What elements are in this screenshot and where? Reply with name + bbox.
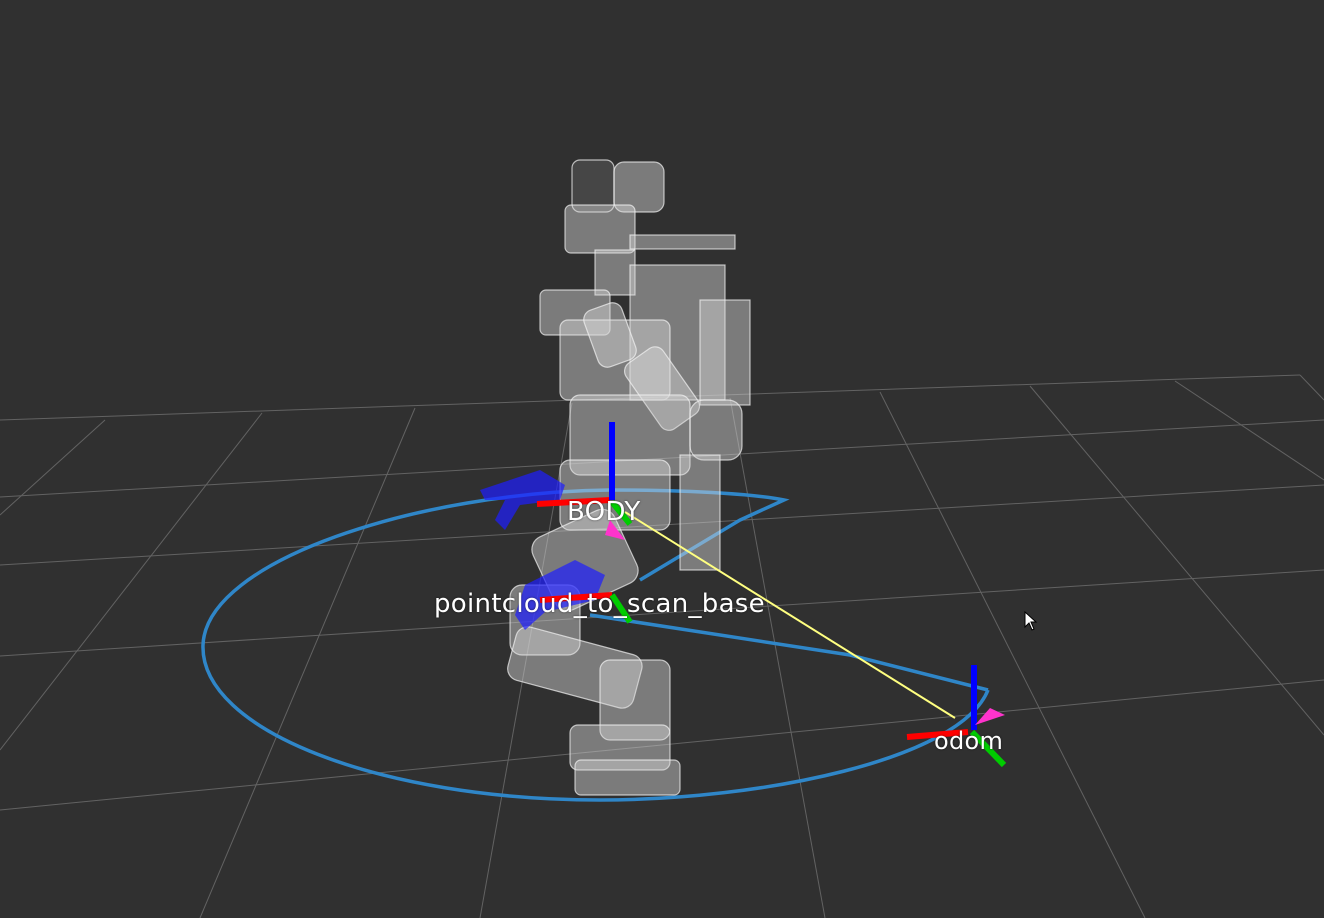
frame-label-odom: odom [934,727,1004,755]
odom-pose-arrow [975,708,1005,725]
scene-canvas[interactable] [0,0,1324,918]
3d-viewport[interactable]: BODY pointcloud_to_scan_base odom [0,0,1324,918]
frame-label-body: BODY [567,497,641,527]
mouse-pointer-icon [1024,611,1038,631]
frame-label-pointcloud-base: pointcloud_to_scan_base [434,589,765,619]
